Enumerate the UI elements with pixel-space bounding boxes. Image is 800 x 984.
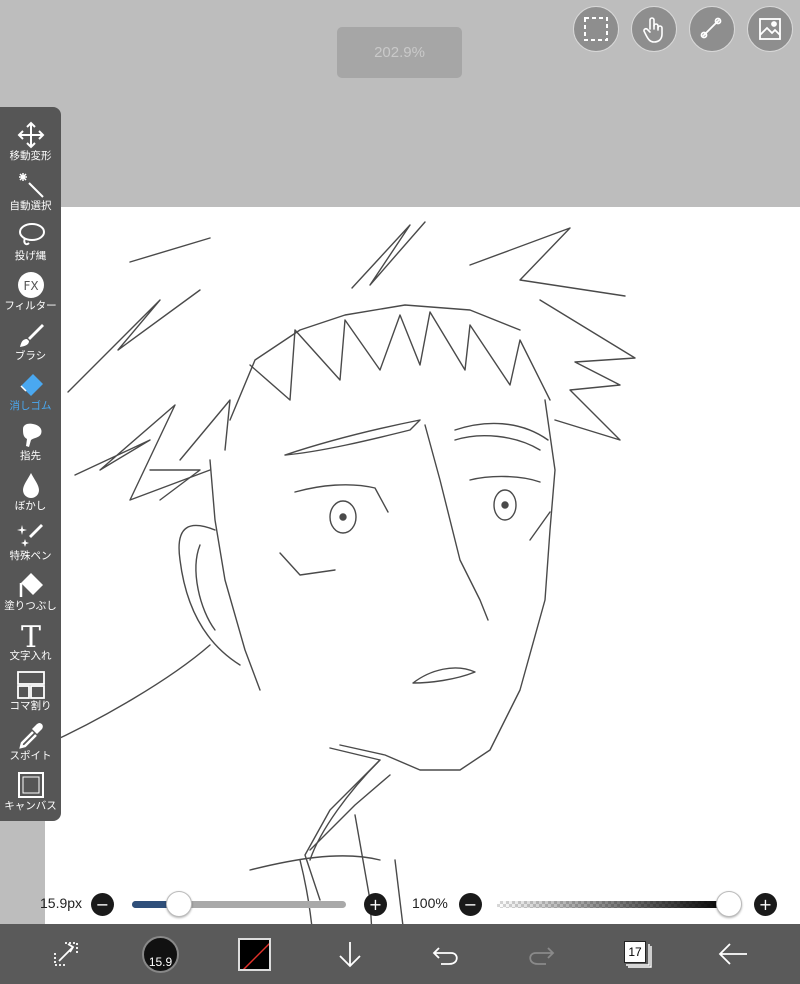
material-button[interactable] xyxy=(747,6,793,52)
filter-fx-icon: FX xyxy=(17,272,44,298)
eraser-icon xyxy=(19,374,43,396)
tool-palette: 移動変形 自動選択 投げ縄 FX フィルター ブラシ 消しゴム 指先 ぼかし 特… xyxy=(0,107,61,821)
import-down-icon xyxy=(339,942,361,968)
tool-label: ぼかし xyxy=(14,500,47,512)
tool-label: 指先 xyxy=(20,450,41,462)
back-button[interactable] xyxy=(714,924,752,984)
redo-icon xyxy=(529,947,555,965)
brush-size-increase-button[interactable]: + xyxy=(364,893,387,916)
magic-wand-icon xyxy=(18,173,44,198)
tool-magic-wand[interactable]: 自動選択 xyxy=(0,164,61,214)
tool-frame-divider[interactable]: コマ割り xyxy=(0,664,61,714)
tool-special-pen[interactable]: 特殊ペン xyxy=(0,514,61,564)
tool-label: ブラシ xyxy=(14,350,47,362)
transform-button[interactable] xyxy=(48,924,84,984)
undo-button[interactable] xyxy=(428,924,464,984)
special-pen-icon xyxy=(16,524,43,547)
blur-drop-icon xyxy=(22,473,39,498)
svg-text:FX: FX xyxy=(23,279,38,293)
tool-label: キャンバス xyxy=(4,800,57,812)
tool-blur[interactable]: ぼかし xyxy=(0,464,61,514)
canvas-icon xyxy=(17,772,44,798)
color-swatch[interactable] xyxy=(238,938,271,971)
tool-canvas[interactable]: キャンバス xyxy=(0,764,61,814)
eyedropper-icon xyxy=(18,723,43,749)
undo-icon xyxy=(432,947,458,965)
drawing-canvas[interactable] xyxy=(45,207,800,984)
tool-eyedropper[interactable]: スポイト xyxy=(0,714,61,764)
tool-fill[interactable]: 塗りつぶし xyxy=(0,564,61,614)
tool-eraser[interactable]: 消しゴム xyxy=(0,364,61,414)
opacity-slider[interactable] xyxy=(497,901,729,908)
layer-count: 17 xyxy=(624,941,646,963)
tool-label: 消しゴム xyxy=(9,400,52,412)
zoom-level-badge: 202.9% xyxy=(337,27,462,78)
opacity-decrease-button[interactable]: − xyxy=(459,893,482,916)
tool-label: 投げ縄 xyxy=(14,250,47,262)
material-icon xyxy=(759,18,781,40)
finger-icon xyxy=(22,423,42,447)
tool-label: 塗りつぶし xyxy=(4,600,57,612)
tool-label: 文字入れ xyxy=(9,650,52,662)
brush-size-value: 15.9px xyxy=(40,895,83,911)
transform-icon xyxy=(54,942,78,966)
tool-label: 移動変形 xyxy=(9,150,52,162)
sketch-artwork xyxy=(45,221,636,984)
tool-label: 特殊ペン xyxy=(9,550,52,562)
back-arrow-icon xyxy=(718,943,747,965)
opacity-slider-handle[interactable] xyxy=(716,891,742,917)
touch-icon xyxy=(643,17,663,43)
brush-size-indicator: 15.9 xyxy=(148,955,173,969)
tool-lasso[interactable]: 投げ縄 xyxy=(0,214,61,264)
opacity-value: 100% xyxy=(412,895,448,911)
tool-brush[interactable]: ブラシ xyxy=(0,314,61,364)
fill-bucket-icon xyxy=(19,573,43,597)
tool-filter[interactable]: FX フィルター xyxy=(0,264,61,314)
text-icon: T xyxy=(20,620,40,650)
tool-label: コマ割り xyxy=(9,700,52,712)
brush-size-slider[interactable] xyxy=(132,901,346,908)
redo-button[interactable] xyxy=(523,924,559,984)
tool-label: スポイト xyxy=(9,750,52,762)
tool-finger[interactable]: 指先 xyxy=(0,414,61,464)
touch-button[interactable] xyxy=(631,6,677,52)
move-icon xyxy=(17,121,44,149)
color-slash-icon xyxy=(242,942,269,969)
opacity-increase-button[interactable]: + xyxy=(754,893,777,916)
tool-text[interactable]: T 文字入れ xyxy=(0,614,61,664)
brush-size-slider-handle[interactable] xyxy=(166,891,193,917)
frame-divider-icon xyxy=(16,671,45,699)
brush-settings-row: 15.9px − + 100% − + xyxy=(0,884,800,924)
tool-label: フィルター xyxy=(4,300,57,312)
brush-size-decrease-button[interactable]: − xyxy=(91,893,114,916)
ruler-icon xyxy=(700,17,722,39)
bottom-toolbar: 15.9 17 xyxy=(0,924,800,984)
lasso-icon xyxy=(18,223,45,246)
tool-move-transform[interactable]: 移動変形 xyxy=(0,114,61,164)
import-button[interactable] xyxy=(333,924,367,984)
svg-text:T: T xyxy=(20,620,40,650)
layers-button[interactable]: 17 xyxy=(622,940,652,970)
brush-icon xyxy=(19,324,44,347)
brush-size-button[interactable]: 15.9 xyxy=(142,936,179,973)
tool-label: 自動選択 xyxy=(9,200,52,212)
ruler-button[interactable] xyxy=(689,6,735,52)
selection-button[interactable] xyxy=(573,6,619,52)
selection-icon xyxy=(584,17,608,41)
